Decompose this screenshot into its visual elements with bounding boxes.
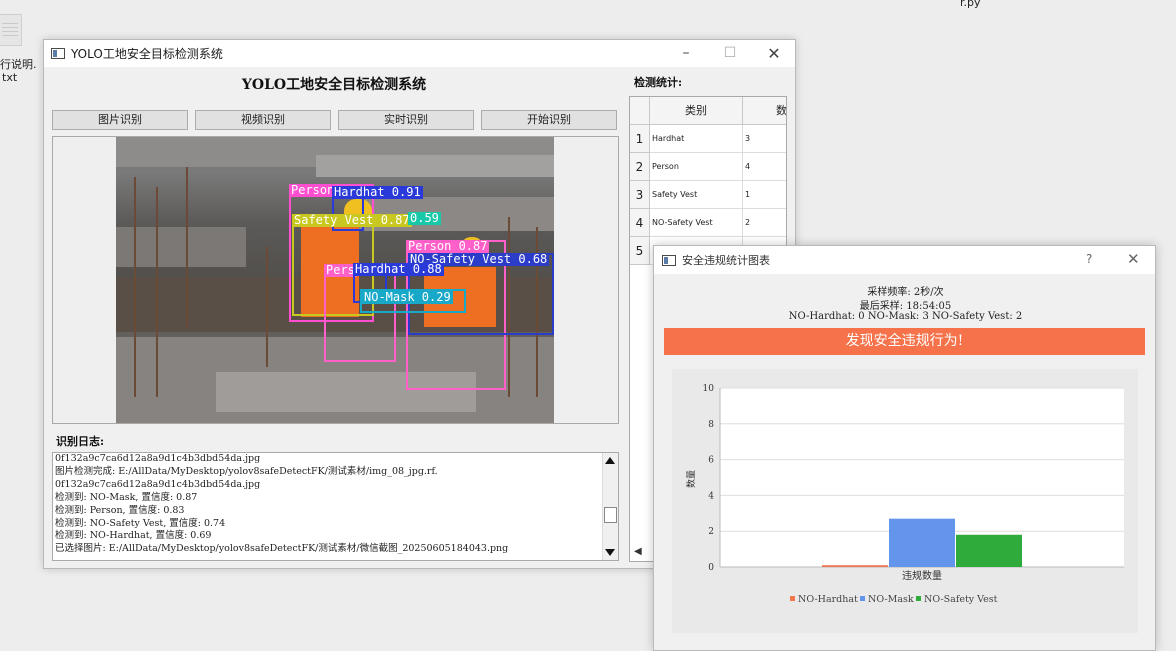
bar-no-hardhat [822,565,888,567]
realtime-detect-button[interactable]: 实时识别 [338,110,474,130]
scroll-down-icon[interactable] [605,549,615,556]
row-number[interactable]: 1 [630,125,650,153]
detection-image: Person Hardhat 0.91 Safety Vest 0.87 0.5… [116,137,554,423]
scroll-left-icon[interactable]: ◀ [634,546,642,557]
detection-label: Hardhat 0.88 [353,262,444,276]
column-header-category[interactable]: 类别 [650,97,743,125]
row-number[interactable]: 2 [630,153,650,181]
category-cell[interactable]: Person [650,153,743,181]
log-textarea[interactable]: 0f132a9c7ca6d12a8a9d1c4b3dbd54da.jpg 图片检测… [52,452,619,561]
count-cell[interactable]: 2 [743,209,786,237]
log-line: 检测到: NO-Hardhat, 置信度: 0.69 [55,530,212,542]
scroll-up-icon[interactable] [605,457,615,464]
violation-summary-text: NO-Hardhat: 0 NO-Mask: 3 NO-Safety Vest:… [788,311,1023,322]
legend-swatch [916,596,921,601]
count-cell[interactable]: 3 [743,125,786,153]
row-number[interactable]: 5 [630,237,650,265]
video-detect-button[interactable]: 视频识别 [195,110,331,130]
minimize-button[interactable]: – [664,40,708,67]
detection-label: Person [289,183,337,197]
corner-cell [630,97,650,125]
y-tick-label: 4 [708,491,714,501]
bar-no-mask [889,518,955,567]
y-tick-label: 2 [708,527,714,537]
scroll-thumb[interactable] [604,507,617,523]
violation-chart: 0 2 4 6 8 10 数量违规数量 NO-Hardhat NO-Mask NO-Safety … [672,369,1138,633]
y-tick-label: 10 [703,384,715,394]
detection-label: Hardhat 0.91 [332,185,423,199]
violation-alert-banner: 发现安全违规行为! [664,328,1145,355]
x-category-label: 违规数量 [902,569,942,582]
page-title: YOLO工地安全目标检测系统 [241,77,427,93]
sample-rate-text: 采样频率: 2秒/次 [867,287,944,298]
log-line: 图片检测完成: E:/AllData/MyDesktop/yolov8safeD… [55,465,438,477]
row-number[interactable]: 4 [630,209,650,237]
column-header-count[interactable]: 数 [743,97,786,125]
y-tick-label: 0 [708,563,714,573]
log-line: 0f132a9c7ca6d12a8a9d1c4b3dbd54da.jpg [55,478,261,490]
image-detect-button[interactable]: 图片识别 [52,110,188,130]
image-display-panel: Person Hardhat 0.91 Safety Vest 0.87 0.5… [52,136,619,424]
chart-dialog: 安全违规统计图表 ? ✕ 采样频率: 2秒/次 最后采样: 18:54:05 N… [653,245,1156,651]
dialog-window-icon [662,254,676,266]
bar-no-safety-vest [956,534,1022,567]
desktop-file-label: 行说明. txt [0,58,37,84]
dialog-title: 安全违规统计图表 [682,254,770,267]
legend-label: NO-Hardhat [798,594,858,605]
category-cell[interactable]: Safety Vest [650,181,743,209]
detection-label: NO-Mask 0.29 [362,290,453,304]
row-number[interactable]: 3 [630,181,650,209]
dialog-titlebar[interactable]: 安全违规统计图表 ? ✕ [654,246,1155,274]
count-cell[interactable]: 1 [743,181,786,209]
log-line: 检测到: NO-Safety Vest, 置信度: 0.74 [55,517,226,529]
app-window-icon [51,48,65,59]
main-titlebar[interactable]: YOLO工地安全目标检测系统 – ☐ ✕ [44,40,795,67]
count-cell[interactable]: 4 [743,153,786,181]
detection-label: Pers [324,263,357,277]
legend-swatch [860,596,865,601]
detection-label: Safety Vest 0.87 [292,213,412,227]
main-window-title: YOLO工地安全目标检测系统 [71,47,223,61]
log-line: 0f132a9c7ca6d12a8a9d1c4b3dbd54da.jpg [55,453,261,464]
log-scrollbar[interactable] [602,453,618,560]
category-cell[interactable]: NO-Safety Vest [650,209,743,237]
stats-header-row: 类别 数 [630,97,786,125]
log-line: 检测到: Person, 置信度: 0.83 [55,504,185,516]
desktop-py-file-label[interactable]: r.py [960,0,981,9]
log-title: 识别日志: [56,435,105,448]
help-button[interactable]: ? [1086,252,1092,266]
legend-label: NO-Mask [868,594,914,605]
detection-label: 0.59 [408,211,441,225]
bar-chart-svg: 0 2 4 6 8 10 数量违规数量 NO-Hardhat NO-Mask NO-Safety … [685,384,1124,605]
dialog-close-button[interactable]: ✕ [1127,250,1140,268]
start-detect-button[interactable]: 开始识别 [481,110,617,130]
desktop-file-icon[interactable]: 行说明. txt [0,14,40,84]
close-button[interactable]: ✕ [752,40,796,67]
maximize-button[interactable]: ☐ [708,40,752,67]
text-file-icon [0,14,22,46]
log-line: 已选择图片: E:/AllData/MyDesktop/yolov8safeDe… [55,543,509,555]
y-tick-label: 8 [708,420,714,430]
y-axis-label: 数量 [685,470,697,488]
log-lines: 0f132a9c7ca6d12a8a9d1c4b3dbd54da.jpg 图片检测… [53,453,618,556]
stats-title: 检测统计: [634,76,683,89]
y-tick-label: 6 [708,456,714,466]
category-cell[interactable]: Hardhat [650,125,743,153]
last-sample-text: 最后采样: 18:54:05 [859,301,952,312]
log-line: 检测到: NO-Mask, 置信度: 0.87 [55,491,198,503]
legend-label: NO-Safety Vest [924,594,998,605]
legend-swatch [790,596,795,601]
